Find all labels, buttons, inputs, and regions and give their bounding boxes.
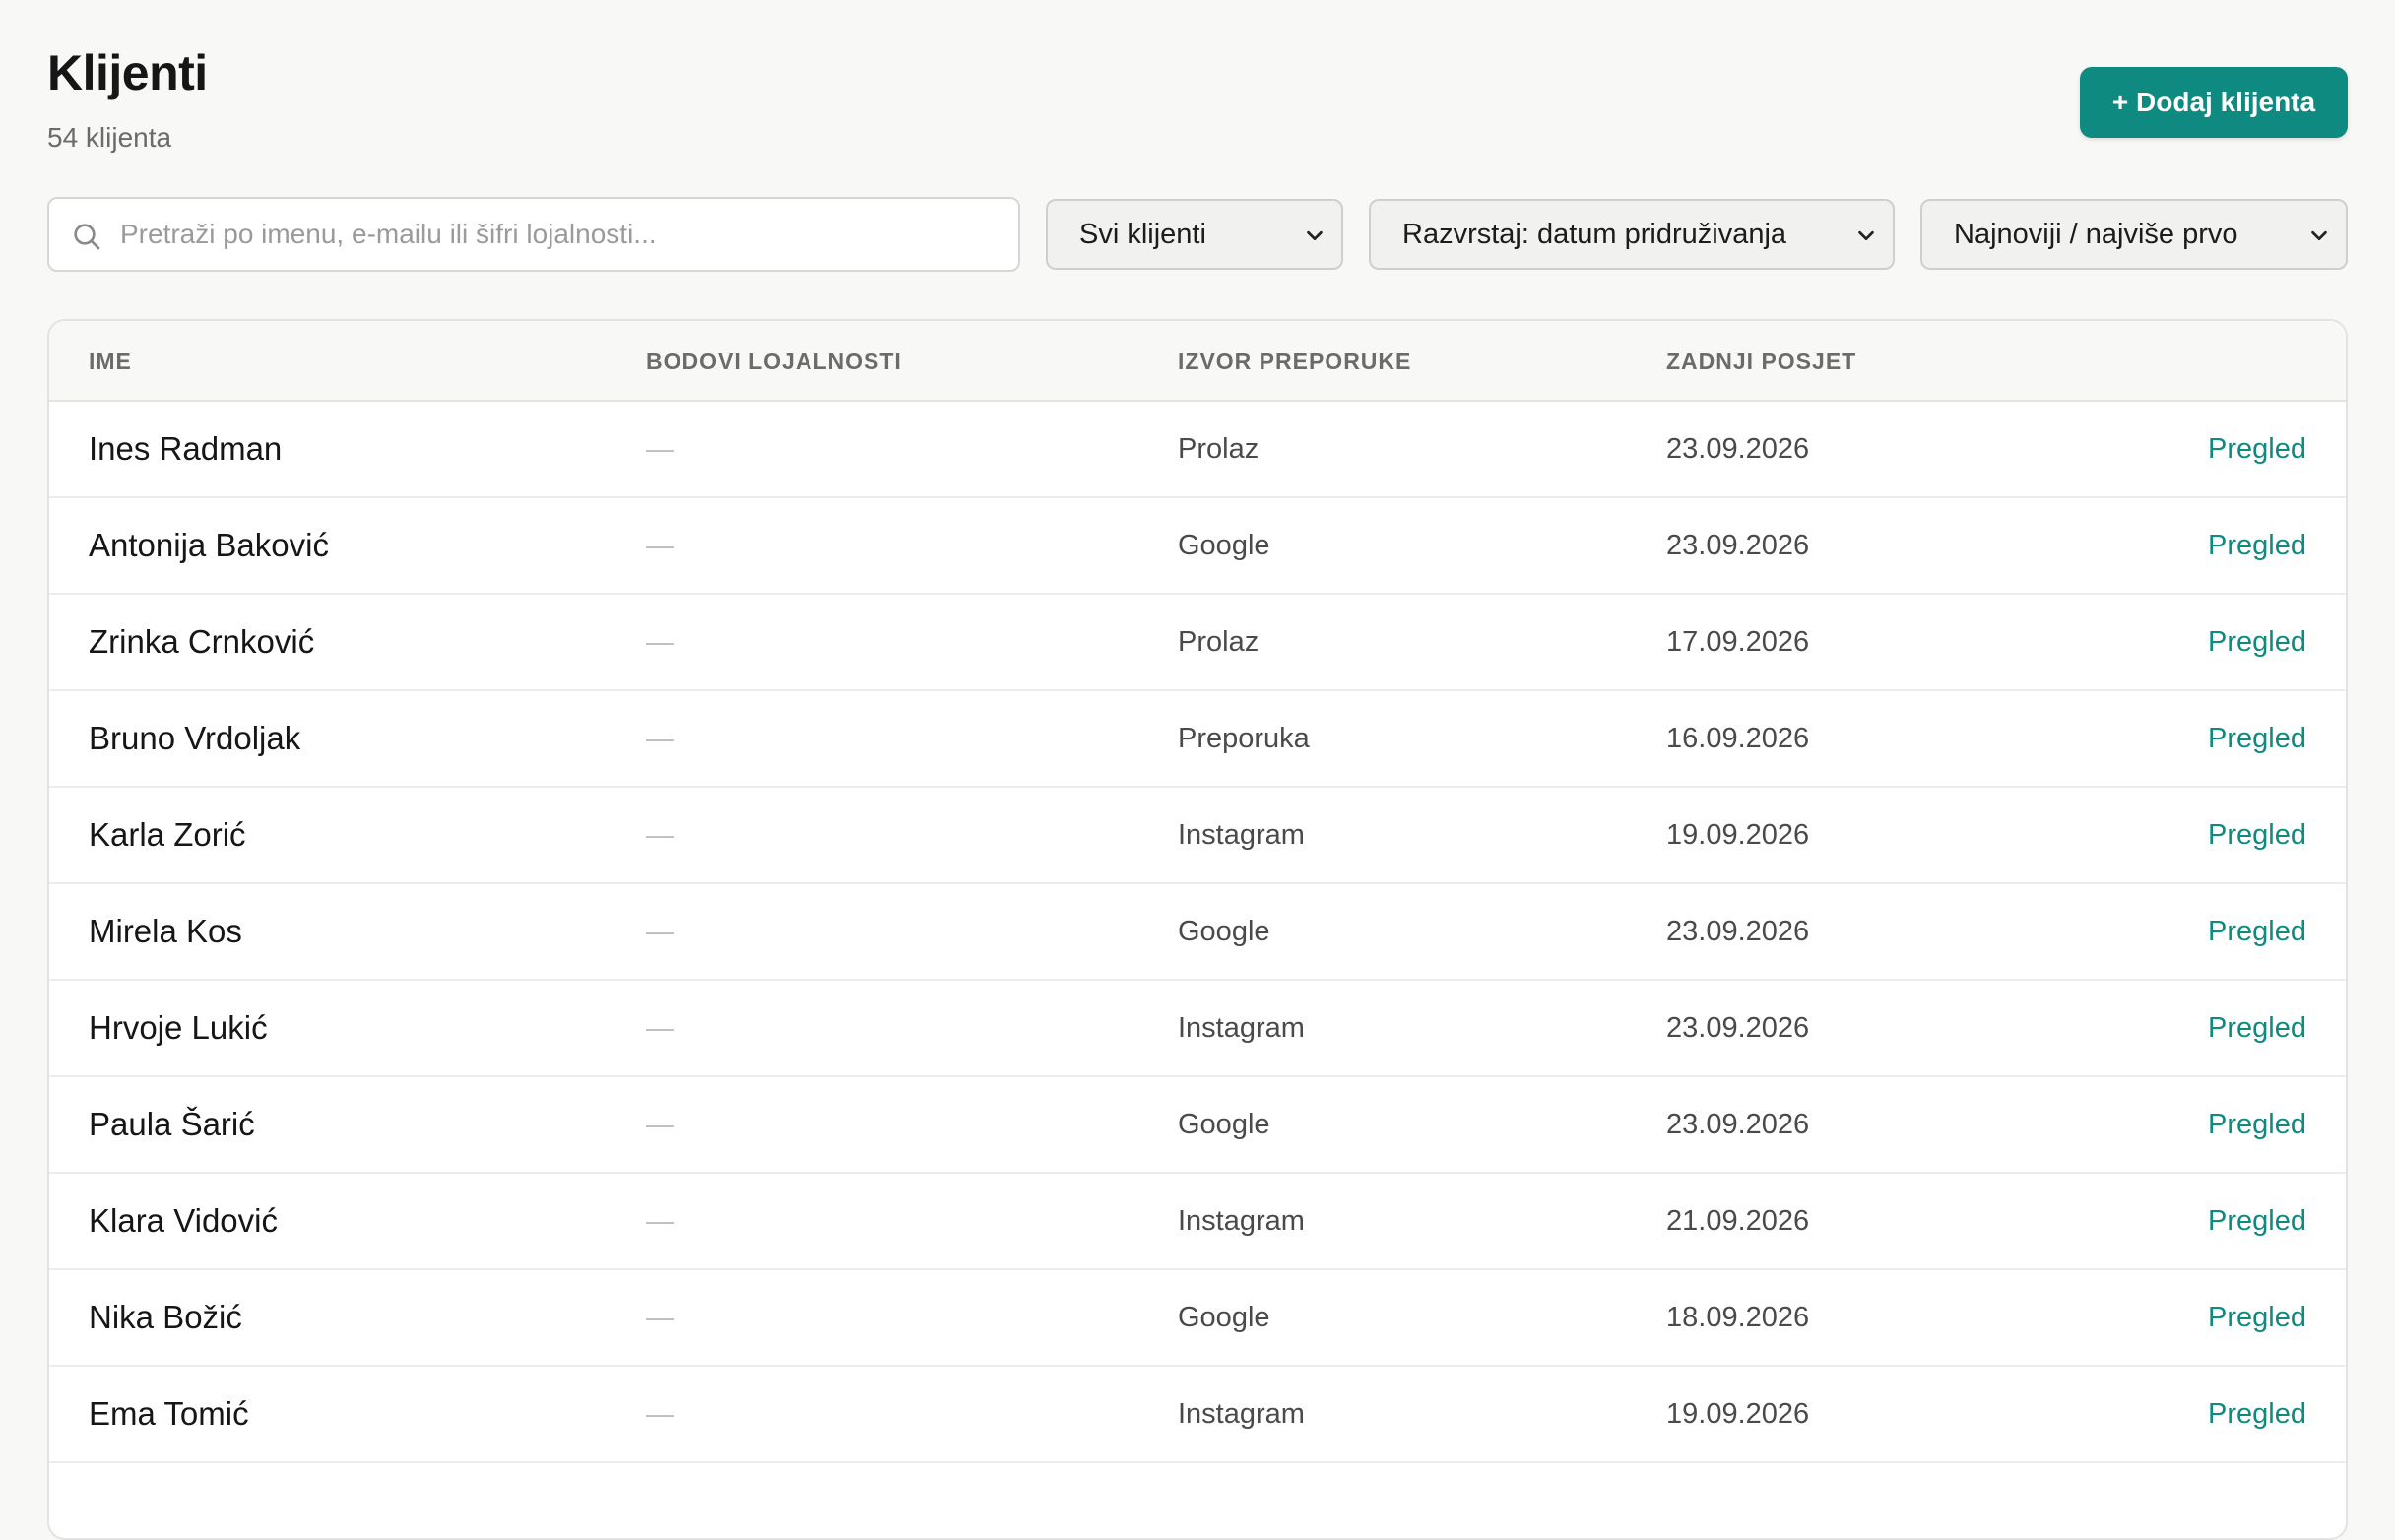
- referral-source: Instagram: [1178, 1398, 1305, 1430]
- client-name: Zrinka Crnković: [89, 623, 315, 660]
- page-title: Klijenti: [47, 45, 208, 100]
- sort-order-select[interactable]: Najnoviji / najviše prvo: [1920, 199, 2348, 270]
- view-client-link[interactable]: Pregled: [2208, 884, 2306, 979]
- last-visit-date: 18.09.2026: [1666, 1302, 1810, 1333]
- table-row[interactable]: Hrvoje Lukić — Instagram 23.09.2026 Pregled: [49, 981, 2346, 1077]
- search-input[interactable]: [120, 199, 997, 270]
- client-name: Paula Šarić: [89, 1106, 255, 1142]
- loyalty-points: —: [646, 530, 674, 560]
- search-box[interactable]: [47, 197, 1020, 272]
- table-row[interactable]: Klara Vidović — Instagram 21.09.2026 Pregled: [49, 1174, 2346, 1270]
- loyalty-points: —: [646, 1205, 674, 1236]
- loyalty-points: —: [646, 1012, 674, 1043]
- table-row[interactable]: Ines Radman — Prolaz 23.09.2026 Pregled: [49, 402, 2346, 498]
- client-name: Hrvoje Lukić: [89, 1009, 268, 1046]
- client-name: Antonija Baković: [89, 527, 329, 563]
- view-client-link[interactable]: Pregled: [2208, 691, 2306, 786]
- clients-table: IME BODOVI LOJALNOSTI IZVOR PREPORUKE ZA…: [47, 319, 2348, 1540]
- view-client-link[interactable]: Pregled: [2208, 402, 2306, 496]
- view-client-link[interactable]: Pregled: [2208, 788, 2306, 882]
- view-client-link[interactable]: Pregled: [2208, 498, 2306, 593]
- filter-toolbar: Svi klijenti Razvrstaj: datum pridruživa…: [47, 197, 2348, 272]
- table-row[interactable]: Zrinka Crnković — Prolaz 17.09.2026 Pregled: [49, 595, 2346, 691]
- client-filter-value: Svi klijenti: [1079, 219, 1206, 250]
- last-visit-date: 19.09.2026: [1666, 819, 1810, 851]
- referral-source: Preporuka: [1178, 723, 1310, 754]
- referral-source: Google: [1178, 1302, 1270, 1333]
- add-client-button[interactable]: + Dodaj klijenta: [2080, 67, 2348, 138]
- view-client-link[interactable]: Pregled: [2208, 1270, 2306, 1365]
- referral-source: Instagram: [1178, 819, 1305, 851]
- table-row[interactable]: Nika Božić — Google 18.09.2026 Pregled: [49, 1270, 2346, 1367]
- page-header: Klijenti 54 klijenta + Dodaj klijenta: [47, 0, 2348, 177]
- client-count: 54 klijenta: [47, 122, 172, 153]
- table-header: IME BODOVI LOJALNOSTI IZVOR PREPORUKE ZA…: [49, 321, 2346, 402]
- client-name: Klara Vidović: [89, 1202, 278, 1239]
- chevron-down-icon: [2311, 230, 2327, 241]
- client-name: Nika Božić: [89, 1299, 242, 1335]
- table-row[interactable]: Karla Zorić — Instagram 19.09.2026 Pregled: [49, 788, 2346, 884]
- loyalty-points: —: [646, 723, 674, 753]
- referral-source: Prolaz: [1178, 626, 1260, 658]
- loyalty-points: —: [646, 819, 674, 850]
- view-client-link[interactable]: Pregled: [2208, 1077, 2306, 1172]
- column-header-points[interactable]: BODOVI LOJALNOSTI: [646, 321, 902, 402]
- last-visit-date: 23.09.2026: [1666, 1012, 1810, 1044]
- chevron-down-icon: [1307, 230, 1323, 241]
- last-visit-date: 23.09.2026: [1666, 530, 1810, 561]
- last-visit-date: 16.09.2026: [1666, 723, 1810, 754]
- view-client-link[interactable]: Pregled: [2208, 1174, 2306, 1268]
- client-name: Karla Zorić: [89, 816, 246, 853]
- last-visit-date: 23.09.2026: [1666, 916, 1810, 947]
- referral-source: Google: [1178, 530, 1270, 561]
- client-name: Mirela Kos: [89, 913, 242, 949]
- last-visit-date: 23.09.2026: [1666, 1109, 1810, 1140]
- referral-source: Prolaz: [1178, 433, 1260, 465]
- client-name: Bruno Vrdoljak: [89, 720, 301, 756]
- loyalty-points: —: [646, 1109, 674, 1139]
- referral-source: Google: [1178, 916, 1270, 947]
- last-visit-date: 23.09.2026: [1666, 433, 1810, 465]
- sort-field-value: Razvrstaj: datum pridruživanja: [1402, 219, 1787, 250]
- view-client-link[interactable]: Pregled: [2208, 1367, 2306, 1461]
- view-client-link[interactable]: Pregled: [2208, 981, 2306, 1075]
- loyalty-points: —: [646, 1302, 674, 1332]
- table-row[interactable]: Bruno Vrdoljak — Preporuka 16.09.2026 Pregle…: [49, 691, 2346, 788]
- sort-field-select[interactable]: Razvrstaj: datum pridruživanja: [1369, 199, 1895, 270]
- last-visit-date: 19.09.2026: [1666, 1398, 1810, 1430]
- chevron-down-icon: [1858, 230, 1874, 241]
- column-header-last-visit[interactable]: ZADNJI POSJET: [1666, 321, 1856, 402]
- referral-source: Google: [1178, 1109, 1270, 1140]
- loyalty-points: —: [646, 1398, 674, 1429]
- last-visit-date: 21.09.2026: [1666, 1205, 1810, 1237]
- sort-order-value: Najnoviji / najviše prvo: [1954, 219, 2238, 250]
- last-visit-date: 17.09.2026: [1666, 626, 1810, 658]
- loyalty-points: —: [646, 916, 674, 946]
- table-row[interactable]: Paula Šarić — Google 23.09.2026 Pregled: [49, 1077, 2346, 1174]
- table-row[interactable]: Antonija Baković — Google 23.09.2026 Pregled: [49, 498, 2346, 595]
- client-filter-select[interactable]: Svi klijenti: [1046, 199, 1343, 270]
- view-client-link[interactable]: Pregled: [2208, 595, 2306, 689]
- table-body: Ines Radman — Prolaz 23.09.2026 Pregled Anton…: [49, 402, 2346, 1463]
- column-header-name[interactable]: IME: [89, 321, 132, 402]
- referral-source: Instagram: [1178, 1205, 1305, 1237]
- clients-page: Klijenti 54 klijenta + Dodaj klijenta Sv…: [47, 0, 2348, 1540]
- loyalty-points: —: [646, 433, 674, 464]
- referral-source: Instagram: [1178, 1012, 1305, 1044]
- table-row[interactable]: Mirela Kos — Google 23.09.2026 Pregled: [49, 884, 2346, 981]
- loyalty-points: —: [646, 626, 674, 657]
- table-row[interactable]: Ema Tomić — Instagram 19.09.2026 Pregled: [49, 1367, 2346, 1463]
- search-icon: [74, 224, 100, 250]
- client-name: Ema Tomić: [89, 1395, 249, 1432]
- column-header-source[interactable]: IZVOR PREPORUKE: [1178, 321, 1411, 402]
- client-name: Ines Radman: [89, 430, 283, 467]
